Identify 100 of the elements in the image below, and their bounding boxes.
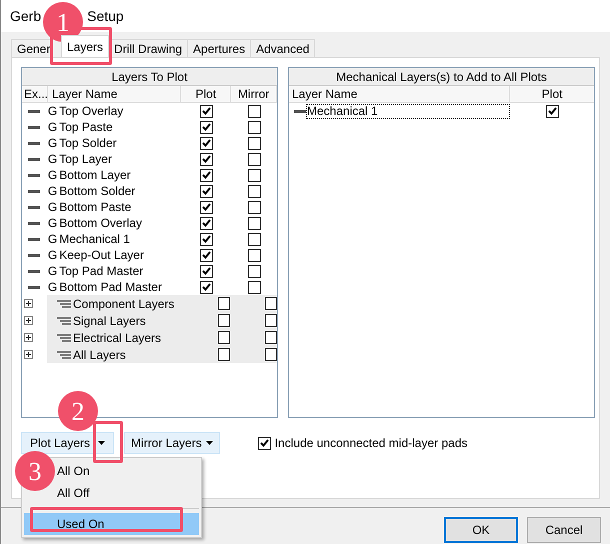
plot-checkbox[interactable]: [200, 136, 213, 150]
mirror-checkbox[interactable]: [265, 331, 278, 344]
layer-stack-icon: [57, 300, 71, 308]
expand-toggle[interactable]: [24, 316, 33, 325]
mirror-checkbox[interactable]: [248, 232, 261, 246]
mirror-checkbox[interactable]: [248, 248, 261, 262]
layer-name: All Layers: [73, 346, 127, 364]
plot-checkbox[interactable]: [200, 168, 213, 182]
layer-prefix: G: [48, 151, 58, 168]
caret-icon: [206, 441, 213, 445]
plot-checkbox[interactable]: [218, 348, 230, 361]
plot-checkbox[interactable]: [200, 152, 213, 166]
layer-prefix: G: [48, 167, 58, 184]
plot-checkbox[interactable]: [200, 104, 213, 118]
mirror-checkbox[interactable]: [248, 152, 261, 166]
menu-item[interactable]: All Off: [57, 482, 199, 504]
plot-checkbox[interactable]: [546, 104, 559, 118]
highlight-frame: [93, 421, 123, 463]
layer-prefix: G: [48, 215, 58, 232]
layer-name: Top Paste: [59, 119, 113, 136]
column-header: Layer Name: [289, 86, 510, 102]
plus-icon: [26, 352, 31, 357]
mirror-checkbox[interactable]: [248, 120, 261, 134]
checkmark-icon: [260, 439, 269, 447]
plot-checkbox[interactable]: [218, 314, 230, 327]
include-pads-checkbox[interactable]: [258, 436, 271, 450]
layer-name: Keep-Out Layer: [59, 247, 144, 264]
layer-name: Top Solder: [59, 135, 117, 152]
expand-toggle[interactable]: [24, 333, 33, 342]
layer-prefix: G: [48, 103, 58, 120]
plot-checkbox[interactable]: [200, 200, 213, 214]
plot-layers-dropdown[interactable]: Plot Layers: [21, 432, 114, 454]
layer-prefix: G: [48, 247, 58, 264]
layer-prefix: G: [48, 135, 58, 152]
plus-icon: [26, 301, 31, 306]
mirror-checkbox[interactable]: [248, 184, 261, 198]
plot-checkbox[interactable]: [218, 297, 230, 310]
layer-name: Bottom Pad Master: [59, 279, 162, 296]
plot-checkbox[interactable]: [200, 216, 213, 230]
window-title-fragment: Gerb: [10, 6, 42, 26]
layer-stack-icon: [57, 350, 71, 358]
layer-name: Electrical Layers: [73, 330, 162, 346]
layer-name: Component Layers: [73, 296, 176, 312]
layer-name[interactable]: Mechanical 1: [306, 104, 510, 118]
plot-checkbox[interactable]: [200, 248, 213, 262]
expand-toggle[interactable]: [24, 350, 33, 359]
mirror-checkbox[interactable]: [265, 297, 278, 310]
expand-toggle[interactable]: [24, 299, 33, 308]
mirror-checkbox[interactable]: [265, 348, 278, 361]
tab[interactable]: Apertures: [187, 39, 252, 57]
caret-icon: [98, 441, 106, 445]
plus-icon: [26, 318, 31, 323]
mirror-checkbox[interactable]: [248, 136, 261, 150]
layer-prefix: G: [48, 183, 58, 200]
layer-name: Top Pad Master: [59, 263, 144, 280]
window-title-fragment: Setup: [87, 6, 124, 26]
plot-checkbox[interactable]: [200, 232, 213, 246]
plot-checkbox[interactable]: [218, 331, 230, 344]
layer-name: Top Layer: [59, 151, 112, 168]
plus-icon: [26, 335, 31, 340]
layer-prefix: G: [48, 119, 58, 136]
panel-header: Mechanical Layers(s) to Add to All Plots: [289, 68, 594, 86]
column-header: Plot: [181, 86, 232, 102]
plot-checkbox[interactable]: [200, 264, 213, 278]
mirror-layers-dropdown[interactable]: Mirror Layers: [124, 432, 220, 454]
column-header: Plot: [540, 86, 564, 102]
column-header: Ex...: [22, 86, 48, 102]
mirror-checkbox[interactable]: [265, 314, 278, 327]
dialog-button[interactable]: Cancel: [527, 517, 601, 543]
checkmark-icon: [548, 107, 557, 115]
mirror-checkbox[interactable]: [248, 216, 261, 230]
menu-item[interactable]: All On: [57, 460, 199, 482]
plot-checkbox[interactable]: [200, 184, 213, 198]
layer-name: Bottom Layer: [59, 167, 131, 184]
mirror-checkbox[interactable]: [248, 264, 261, 278]
layer-name: Bottom Solder: [59, 183, 136, 200]
layer-name: Bottom Overlay: [59, 215, 142, 232]
panel-header: Layers To Plot: [22, 68, 277, 86]
mirror-checkbox[interactable]: [248, 168, 261, 182]
layer-prefix: G: [48, 279, 58, 296]
mirror-checkbox[interactable]: [248, 104, 261, 118]
mirror-checkbox[interactable]: [248, 280, 261, 294]
mirror-checkbox[interactable]: [248, 200, 261, 214]
layer-name: Top Overlay: [59, 103, 124, 120]
dialog-button[interactable]: OK: [444, 517, 518, 543]
column-header: Mirror: [231, 86, 277, 102]
tab[interactable]: Layers: [61, 35, 110, 57]
checkbox-label: Include unconnected mid-layer pads: [274, 435, 468, 452]
layer-name: Signal Layers: [73, 312, 147, 330]
layer-stack-icon: [57, 316, 71, 324]
plot-checkbox[interactable]: [200, 280, 213, 294]
column-header: Layer Name: [48, 86, 182, 102]
layer-prefix: G: [48, 263, 58, 280]
layer-name: Bottom Paste: [59, 199, 132, 216]
tab[interactable]: Advanced: [250, 39, 316, 57]
layer-prefix: G: [48, 231, 58, 248]
plot-checkbox[interactable]: [200, 120, 213, 134]
layer-prefix: G: [48, 199, 58, 216]
layer-stack-icon: [57, 334, 71, 342]
layer-name: Mechanical 1: [59, 231, 130, 248]
